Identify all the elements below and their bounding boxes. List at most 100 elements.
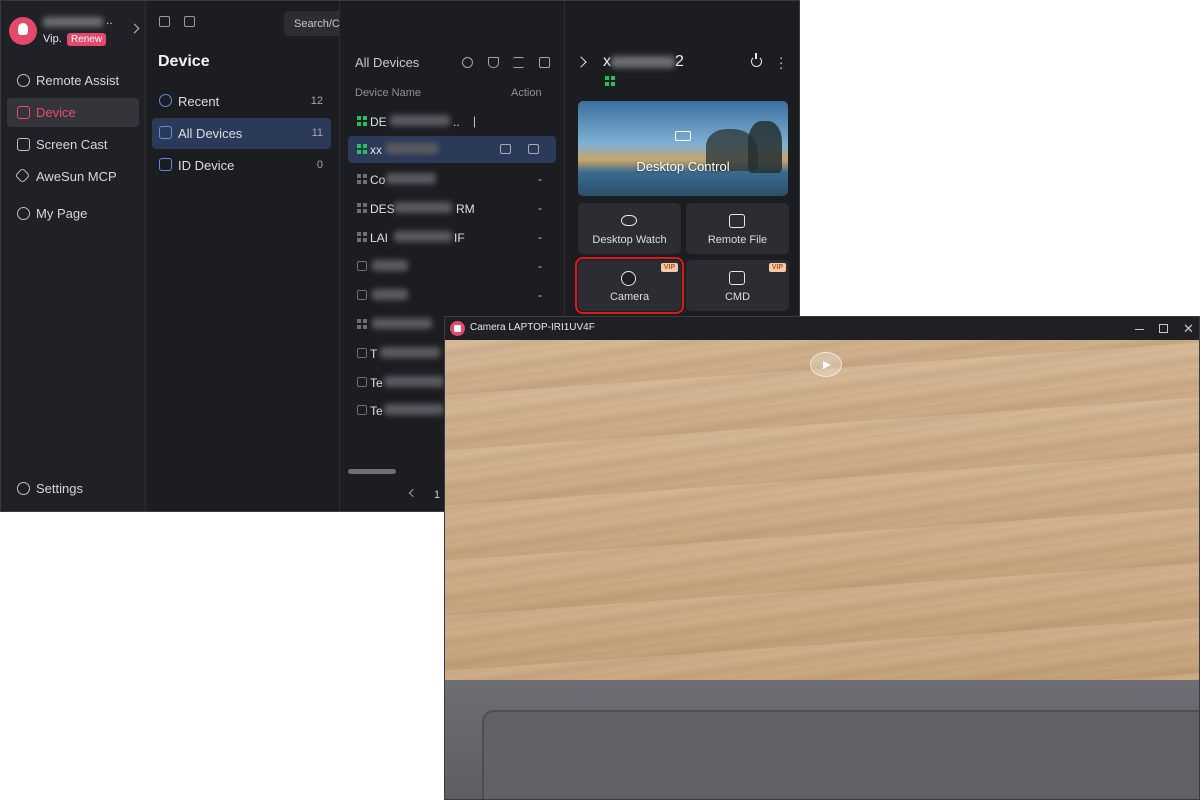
device-icon: [357, 377, 367, 387]
camera-control-button[interactable]: [810, 352, 842, 377]
column-header-action: Action: [511, 87, 542, 99]
username-ellipsis: ..: [106, 13, 113, 27]
device-filter-count: 12: [310, 95, 323, 107]
device-filter-label: ID Device: [178, 158, 235, 173]
device-name-tail: RM: [456, 202, 475, 216]
device-icon: [357, 261, 367, 271]
new-window-icon[interactable]: [184, 16, 195, 27]
refresh-icon[interactable]: [462, 57, 473, 68]
feed-touchpad: [482, 710, 1199, 799]
camera-button[interactable]: Camera VIP: [575, 257, 684, 314]
camera-titlebar[interactable]: Camera LAPTOP-IRI1UV4F ✕: [445, 317, 1199, 340]
left-nav: .. Vip. Renew Remote Assist Device Scree…: [1, 1, 146, 511]
desktop-watch-icon[interactable]: [500, 144, 511, 154]
minimize-icon[interactable]: [1135, 329, 1144, 331]
layout-icon[interactable]: [539, 57, 550, 68]
cmd-label: CMD: [724, 291, 751, 303]
windows-icon: [357, 319, 367, 329]
camera-label: Camera: [609, 291, 650, 303]
nav-item-remote-assist[interactable]: Remote Assist: [7, 66, 139, 95]
device-name-tail: IF: [454, 231, 465, 245]
blurred-text: [386, 173, 436, 184]
person-icon: [17, 207, 30, 220]
table-row[interactable]: -: [348, 282, 556, 309]
filter-icon[interactable]: [488, 57, 499, 68]
vip-badge: VIP: [660, 263, 678, 272]
horizontal-scrollbar[interactable]: [348, 469, 396, 474]
desktop-control-button[interactable]: Desktop Control: [578, 101, 788, 196]
power-icon[interactable]: [751, 53, 762, 67]
table-row[interactable]: xx: [348, 136, 556, 163]
device-icon: [357, 348, 367, 358]
blurred-text: [372, 318, 432, 329]
page-prev-icon[interactable]: [408, 488, 418, 498]
renew-badge[interactable]: Renew: [67, 33, 107, 46]
gear-icon: [17, 482, 30, 495]
nav-item-awesun-mcp[interactable]: AweSun MCP: [7, 162, 139, 191]
remote-file-button[interactable]: Remote File: [686, 203, 789, 254]
blurred-text: [372, 260, 408, 271]
user-profile[interactable]: .. Vip. Renew: [9, 13, 140, 49]
remote-file-icon[interactable]: [528, 144, 539, 154]
monitor-icon: [159, 126, 172, 139]
blurred-text: [384, 404, 444, 415]
sort-icon[interactable]: [513, 57, 524, 68]
device-filter-label: Recent: [178, 94, 220, 109]
device-filter-recent[interactable]: Recent 12: [152, 86, 331, 117]
device-name: T: [370, 347, 378, 361]
collapse-chevron-icon[interactable]: [575, 56, 587, 68]
device-name: DE: [370, 115, 387, 129]
cmd-button[interactable]: CMD VIP: [686, 260, 789, 311]
device-title-suffix: 2: [675, 53, 684, 70]
username-blurred: [43, 17, 103, 27]
awesun-logo-icon: [450, 321, 465, 336]
page-title: Device: [158, 53, 210, 70]
table-row[interactable]: DES RM -: [348, 195, 556, 222]
device-name-tail: ..: [453, 115, 460, 129]
action-dash: -: [538, 201, 542, 215]
avatar[interactable]: [9, 17, 37, 45]
nav-item-device[interactable]: Device: [7, 98, 139, 127]
action-dash: -: [538, 259, 542, 273]
device-filter-all-devices[interactable]: All Devices 11: [152, 118, 331, 149]
close-icon[interactable]: ✕: [1183, 322, 1194, 335]
camera-window: Camera LAPTOP-IRI1UV4F ✕: [444, 316, 1200, 800]
action-dash: -: [538, 288, 542, 302]
device-icon: [357, 405, 367, 415]
nav-item-my-page[interactable]: My Page: [7, 199, 139, 228]
device-name: DES: [370, 202, 395, 216]
separator: |: [472, 114, 476, 128]
blurred-text: [394, 231, 452, 242]
table-row[interactable]: Co -: [348, 166, 556, 193]
windows-icon: [357, 116, 367, 126]
device-icon: [357, 290, 367, 300]
sidebar-toggle-icon[interactable]: [159, 16, 170, 27]
nav-item-label: Settings: [36, 481, 83, 496]
desktop-control-label: Desktop Control: [636, 159, 730, 174]
nav-item-label: Screen Cast: [36, 137, 108, 152]
maximize-icon[interactable]: [1159, 324, 1168, 333]
blurred-text: [611, 55, 675, 68]
page-number[interactable]: 1: [434, 489, 440, 501]
device-name: Te: [370, 404, 383, 418]
nav-item-screen-cast[interactable]: Screen Cast: [7, 130, 139, 159]
blurred-text: [390, 115, 450, 126]
chevron-right-icon[interactable]: [129, 23, 140, 34]
folder-transfer-icon: [729, 214, 745, 228]
remote-assist-icon: [17, 74, 30, 87]
table-row[interactable]: DE .. |: [348, 108, 556, 135]
blurred-text: [394, 202, 452, 213]
windows-icon: [357, 174, 367, 184]
table-row[interactable]: LAI IF -: [348, 224, 556, 251]
windows-icon: [605, 76, 615, 86]
nav-item-settings[interactable]: Settings: [7, 474, 139, 503]
nav-item-label: My Page: [36, 206, 88, 221]
blurred-text: [372, 289, 408, 300]
vip-badge: VIP: [768, 263, 786, 272]
table-row[interactable]: -: [348, 253, 556, 280]
more-vertical-icon[interactable]: · · ·: [779, 51, 783, 74]
desktop-watch-button[interactable]: Desktop Watch: [578, 203, 681, 254]
device-filter-label: All Devices: [178, 126, 243, 141]
device-filter-id-device[interactable]: ID Device 0: [152, 150, 331, 181]
list-title: All Devices: [355, 55, 420, 70]
